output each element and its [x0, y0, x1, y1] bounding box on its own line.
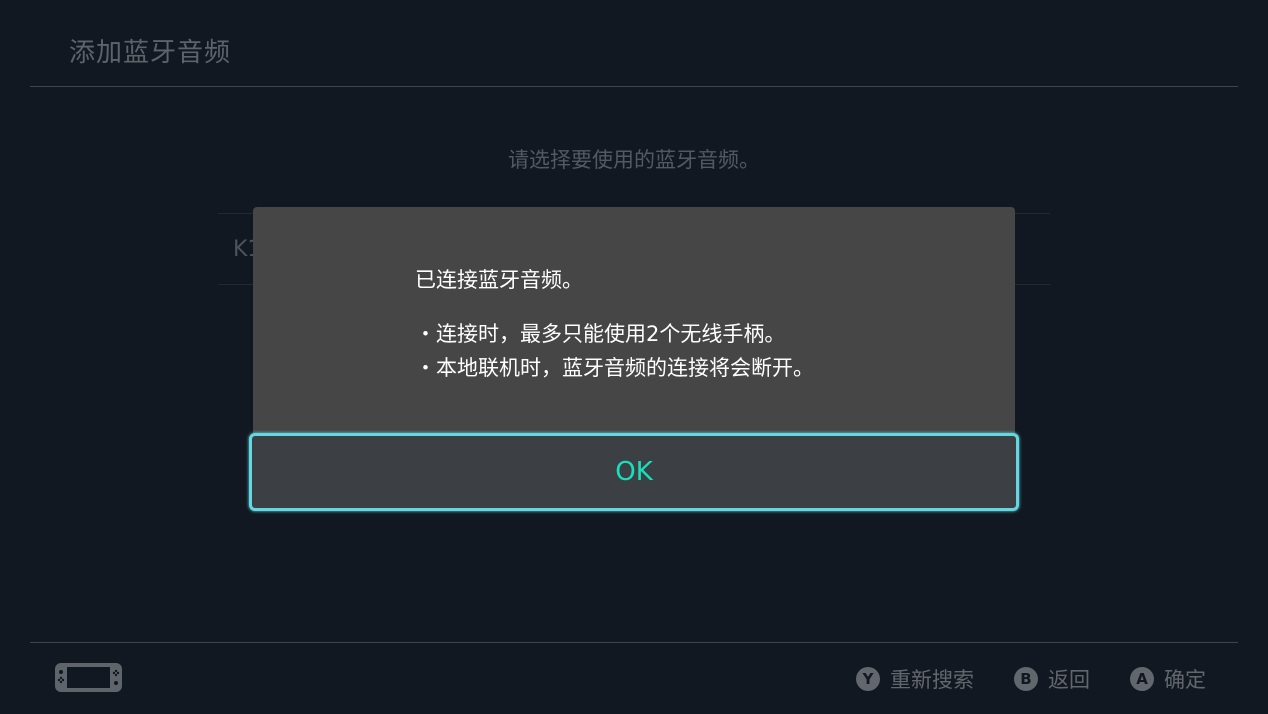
footer-divider	[30, 642, 1238, 643]
a-button-icon: A	[1130, 667, 1154, 691]
hint-research[interactable]: Y 重新搜索	[856, 664, 974, 694]
dialog-bullet: 本地联机时，蓝牙音频的连接将会断开。	[415, 351, 814, 385]
dialog-bullet-list: 连接时，最多只能使用2个无线手柄。 本地联机时，蓝牙音频的连接将会断开。	[415, 317, 814, 385]
header-divider	[30, 86, 1238, 87]
prompt-text: 请选择要使用的蓝牙音频。	[508, 148, 760, 172]
ok-button[interactable]: OK	[249, 433, 1019, 511]
dialog-bullet: 连接时，最多只能使用2个无线手柄。	[415, 317, 814, 351]
page-title: 添加蓝牙音频	[69, 38, 232, 68]
y-button-icon: Y	[856, 667, 880, 691]
screen: 添加蓝牙音频 请选择要使用的蓝牙音频。 K1 已连接蓝牙音频。 连接时，最多只能…	[0, 0, 1268, 714]
b-button-icon: B	[1014, 667, 1038, 691]
hint-label: 确定	[1164, 668, 1206, 692]
hint-back[interactable]: B 返回	[1014, 664, 1090, 694]
hint-confirm[interactable]: A 确定	[1130, 664, 1206, 694]
dialog-title: 已连接蓝牙音频。	[415, 268, 583, 292]
footer-hints: Y 重新搜索 B 返回 A 确定	[856, 664, 1206, 694]
hint-label: 返回	[1048, 668, 1090, 692]
console-icon	[55, 663, 122, 692]
hint-label: 重新搜索	[890, 668, 974, 692]
